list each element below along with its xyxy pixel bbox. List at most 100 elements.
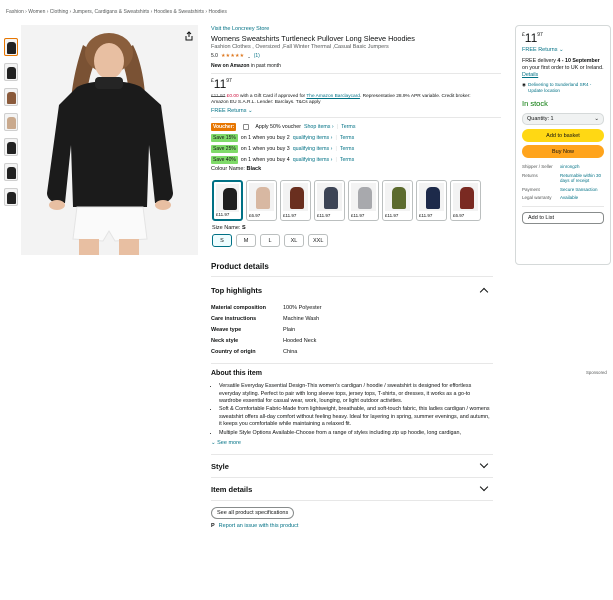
share-icon[interactable] [184, 31, 194, 41]
spec-row: Weave type Plain [211, 327, 296, 333]
main-product-image[interactable] [21, 25, 198, 255]
qualifying-items-link[interactable]: qualifying items › [293, 146, 333, 152]
discount-text: on 1 when you buy 4 [240, 156, 290, 163]
separator: | [335, 145, 337, 152]
shop-items-link[interactable]: Shop items › [304, 124, 334, 130]
discount-row: Save 15% on 1 when you buy 2 qualifying … [211, 132, 501, 143]
seller-row: Payment Secure transaction [522, 186, 598, 192]
save-badge: Save 25% [211, 144, 238, 153]
terms-link[interactable]: Terms [341, 124, 355, 130]
divider [211, 500, 493, 502]
size-label: Size Name: [212, 225, 241, 231]
swatch-figure [426, 187, 440, 209]
product-details-heading: Product details [211, 262, 269, 271]
rating-row[interactable]: 5.0 ★★★★★ ⌄ (1) [211, 53, 501, 59]
thumbnail-3[interactable] [4, 88, 18, 106]
item-details-toggle[interactable]: Item details [211, 478, 493, 500]
buy-now-button[interactable]: Buy Now [522, 145, 604, 159]
swatch-figure [290, 187, 304, 209]
swatch-figure [358, 187, 372, 209]
thumbnail-6[interactable] [4, 163, 18, 181]
colour-swatch[interactable]: £11.97 [280, 180, 311, 221]
about-section: About this item Versatile Everyday Essen… [211, 370, 493, 446]
new-on-amazon-suffix: in past month [250, 63, 281, 70]
rating-chevron-icon[interactable]: ⌄ [247, 54, 250, 59]
add-to-basket-button[interactable]: Add to basket [522, 129, 604, 143]
star-rating-icon[interactable]: ★★★★★ [221, 53, 244, 59]
buybox-free-returns[interactable]: FREE Returns ⌄ [522, 47, 604, 53]
sponsored-label[interactable]: Sponsored [586, 370, 607, 375]
discount-row: Save 25% on 1 when you buy 3 qualifying … [211, 143, 501, 154]
see-more-link[interactable]: ⌄ See more [211, 440, 493, 446]
delivery-prefix: FREE delivery [522, 58, 556, 64]
specs-button-row: See all product specifications [211, 507, 493, 520]
chevron-down-icon [479, 459, 489, 469]
buy-box: £1197 FREE Returns ⌄ FREE delivery 4 - 1… [515, 25, 611, 265]
report-issue-link[interactable]: Report an issue with this product [219, 523, 299, 529]
store-link[interactable]: Visit the Loncreey Store [211, 26, 501, 32]
discount-row: Save 40% on 1 when you buy 4 qualifying … [211, 154, 501, 165]
location-pin-icon: ◉ [522, 82, 527, 88]
swatch-figure [324, 187, 338, 209]
size-option[interactable]: XL [284, 234, 304, 247]
separator: | [335, 156, 337, 163]
colour-swatch[interactable]: £11.97 [382, 180, 413, 221]
quantity-select[interactable]: Quantity: 1 ⌄ [522, 113, 604, 126]
chevron-up-icon [479, 287, 489, 296]
colour-swatches: £11.97 £6.97 £11.97 £11.97 £11.97 £11.97… [212, 180, 481, 221]
rating-count[interactable]: (1) [254, 53, 260, 59]
thumbnail-4[interactable] [4, 113, 18, 131]
voucher-checkbox[interactable] [243, 123, 250, 130]
size-option[interactable]: S [212, 234, 232, 247]
thumbnail-7[interactable] [4, 188, 18, 206]
size-option[interactable]: XXL [308, 234, 329, 247]
terms-link[interactable]: Terms [340, 157, 354, 163]
report-issue-row[interactable]: P Report an issue with this product [211, 523, 493, 529]
size-options: S M L XL XXL [212, 234, 329, 247]
swatch-figure [460, 187, 474, 209]
terms-link[interactable]: Terms [340, 135, 354, 141]
style-toggle[interactable]: Style [211, 455, 493, 477]
deliver-to-link[interactable]: Delivering to Sunderland SR4 - Update lo… [528, 82, 604, 93]
separator: | [335, 134, 337, 141]
colour-swatch[interactable]: £11.97 [314, 180, 345, 221]
colour-swatch[interactable]: £11.97 [416, 180, 447, 221]
barclaycard-link[interactable]: The Amazon Barclaycard [306, 94, 360, 99]
spec-row: Care instructions Machine Wash [211, 316, 320, 322]
separator: | [336, 123, 339, 130]
qualifying-items-link[interactable]: qualifying items › [293, 135, 333, 141]
chevron-down-icon: ⌄ [594, 116, 599, 123]
flag-icon: P [211, 523, 215, 530]
top-highlights-heading: Top highlights [211, 285, 263, 295]
item-details-heading: Item details [211, 484, 253, 494]
add-to-list-button[interactable]: Add to List [522, 211, 604, 224]
swatch-figure [223, 188, 237, 210]
top-highlights-toggle[interactable]: Top highlights [211, 277, 493, 303]
breadcrumb[interactable]: Fashion › Women › Clothing › Jumpers, Ca… [6, 9, 227, 15]
thumbnail-2[interactable] [4, 63, 18, 81]
size-option[interactable]: M [236, 234, 256, 247]
deliver-to-row[interactable]: ◉ Delivering to Sunderland SR4 - Update … [522, 82, 604, 93]
details-link[interactable]: Details [522, 72, 538, 78]
model-illustration [21, 25, 198, 255]
product-subtitle: Fashion Clothes , Oversized ,Fall Winter… [211, 44, 389, 51]
free-returns-link[interactable]: FREE Returns ⌄ [211, 108, 501, 114]
see-all-specs-button[interactable]: See all product specifications [211, 507, 295, 520]
save-badge: Save 15% [211, 133, 238, 142]
colour-swatch[interactable]: £11.97 [348, 180, 379, 221]
colour-swatch[interactable]: £6.97 [450, 180, 481, 221]
spec-row: Country of origin China [211, 349, 298, 355]
about-heading: About this item [211, 370, 262, 377]
style-heading: Style [211, 461, 229, 471]
thumbnail-1[interactable] [4, 38, 18, 56]
colour-swatch[interactable]: £11.97 [212, 180, 243, 221]
terms-link[interactable]: Terms [340, 146, 354, 152]
save-badge: Save 40% [211, 155, 238, 164]
colour-swatch[interactable]: £6.97 [246, 180, 277, 221]
chevron-down-icon: ⌄ [211, 440, 216, 447]
thumbnail-5[interactable] [4, 138, 18, 156]
qualifying-items-link[interactable]: qualifying items › [293, 157, 333, 163]
size-option[interactable]: L [260, 234, 280, 247]
chevron-down-icon: ⌄ [559, 47, 564, 53]
new-on-amazon-label: New on Amazon [211, 63, 250, 70]
